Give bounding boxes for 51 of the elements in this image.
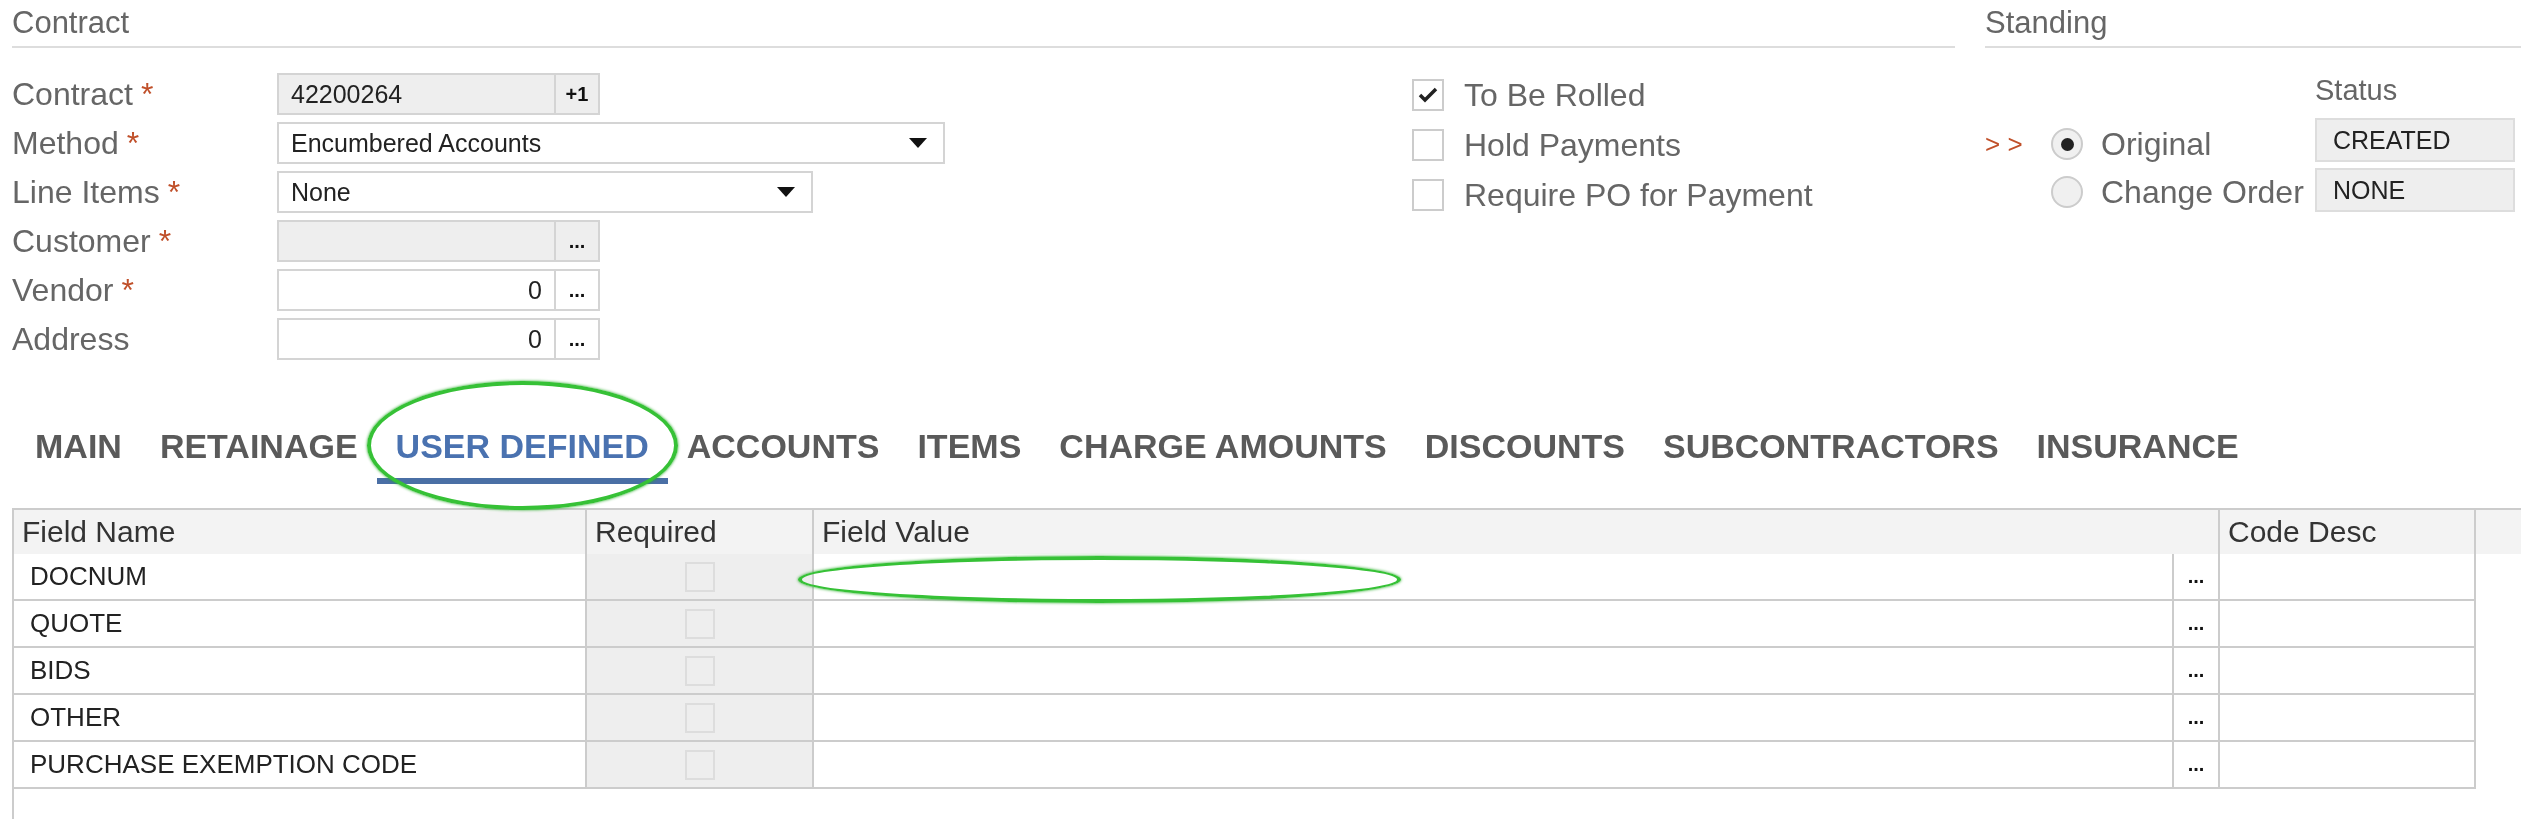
input-field[interactable]: 0 ... <box>277 318 600 360</box>
required-marker: * <box>121 271 134 309</box>
field-label: Address <box>12 320 130 358</box>
tab[interactable]: USER DEFINED <box>376 414 668 484</box>
radio-button[interactable] <box>2051 176 2083 208</box>
radio-button[interactable] <box>2051 128 2083 160</box>
check-icon <box>1418 87 1438 103</box>
status-field: NONE <box>2315 168 2515 212</box>
checkbox[interactable] <box>1412 129 1444 161</box>
dropdown-caret-icon[interactable] <box>909 138 927 148</box>
required-marker: * <box>126 124 140 162</box>
current-indicator: > > <box>1985 128 2023 159</box>
radio-label: Change Order <box>2101 173 2304 211</box>
section-title: Standing <box>1985 4 2108 42</box>
input-field[interactable]: 0 ... <box>277 269 600 311</box>
table-cell: QUOTE <box>14 601 587 648</box>
column-header: Field Name <box>14 510 587 554</box>
status-field: CREATED <box>2315 118 2515 162</box>
dropdown-caret-icon[interactable] <box>777 187 795 197</box>
column-header: Code Desc <box>2220 510 2476 554</box>
required-marker: * <box>167 173 181 211</box>
tab[interactable]: DISCOUNTS <box>1405 414 1644 484</box>
checkbox[interactable] <box>1412 179 1444 211</box>
tab[interactable]: INSURANCE <box>2017 414 2258 484</box>
tab[interactable]: CHARGE AMOUNTS <box>1040 414 1406 484</box>
section-title: Contract <box>12 4 130 42</box>
table-cell: OTHER <box>14 695 587 742</box>
tab[interactable]: ACCOUNTS <box>667 414 899 484</box>
table-cell: DOCNUM <box>14 554 587 601</box>
tab[interactable]: RETAINAGE <box>140 414 377 484</box>
tab[interactable]: SUBCONTRACTORS <box>1643 414 2018 484</box>
dropdown[interactable]: Encumbered Accounts <box>277 122 945 164</box>
required-marker: * <box>140 75 154 113</box>
field-label: Customer <box>12 222 151 260</box>
field-label: Vendor <box>12 271 114 309</box>
required-marker: * <box>158 222 172 260</box>
status-label: Status <box>2315 74 2399 108</box>
input-field[interactable]: 42200264 +1 <box>277 73 600 115</box>
tab[interactable]: MAIN <box>16 414 141 484</box>
field-label: Line Items <box>12 173 160 211</box>
checkbox-label: Require PO for Payment <box>1464 176 1813 214</box>
radio-label: Original <box>2101 125 2212 163</box>
checkbox-label: To Be Rolled <box>1464 76 1646 114</box>
table-cell: PURCHASE EXEMPTION CODE <box>14 742 587 789</box>
dropdown[interactable]: None <box>277 171 813 213</box>
tab[interactable]: ITEMS <box>898 414 1041 484</box>
table-cell: BIDS <box>14 648 587 695</box>
checkbox-label: Hold Payments <box>1464 126 1681 164</box>
checkbox[interactable] <box>1412 79 1444 111</box>
field-label: Method <box>12 124 119 162</box>
field-label: Contract <box>12 75 133 113</box>
